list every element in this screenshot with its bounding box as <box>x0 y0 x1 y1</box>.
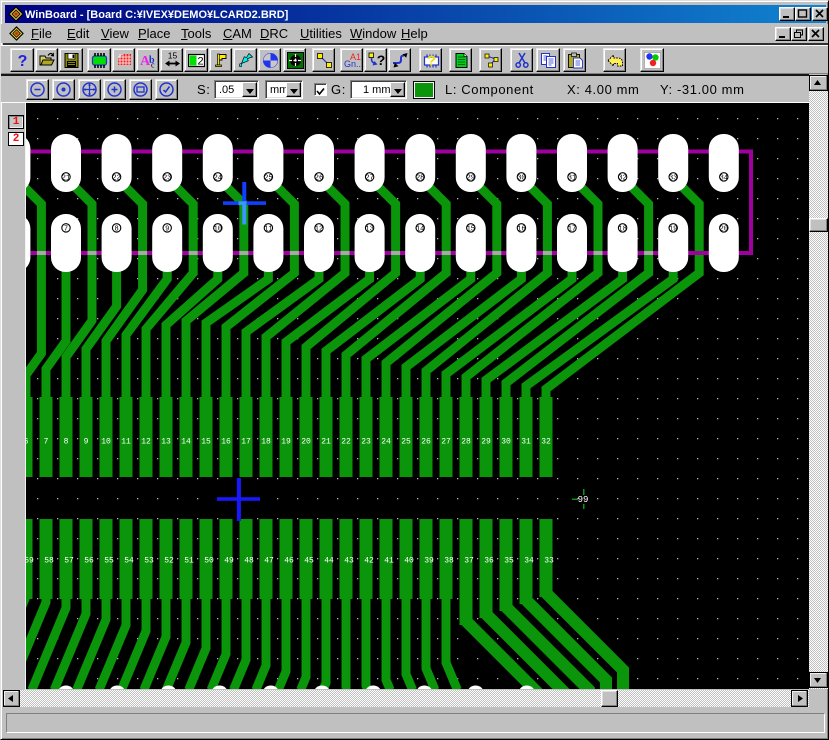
svg-text:24: 24 <box>214 175 222 183</box>
svg-text:c: c <box>151 61 155 70</box>
svg-text:11: 11 <box>264 226 272 234</box>
svg-text:22: 22 <box>112 175 120 183</box>
svg-text:15: 15 <box>167 52 177 61</box>
svg-text:56: 56 <box>84 557 94 566</box>
svg-text:10: 10 <box>214 226 222 234</box>
svg-text:28: 28 <box>416 175 424 183</box>
svg-text:14: 14 <box>181 438 191 447</box>
svg-text:20: 20 <box>301 438 311 447</box>
svg-text:35: 35 <box>504 557 514 566</box>
svg-text:12: 12 <box>315 226 323 234</box>
svg-text:18: 18 <box>261 438 271 447</box>
svg-text:45: 45 <box>304 557 314 566</box>
svg-text:?: ? <box>18 53 28 69</box>
svg-text:47: 47 <box>264 557 274 566</box>
svg-text:55: 55 <box>104 557 114 566</box>
svg-text:34: 34 <box>720 175 728 183</box>
svg-text:15: 15 <box>467 226 475 234</box>
svg-text:18: 18 <box>618 226 626 234</box>
svg-text:32: 32 <box>541 438 551 447</box>
svg-text:22: 22 <box>341 438 351 447</box>
svg-text:26: 26 <box>315 175 323 183</box>
svg-text:31: 31 <box>521 438 531 447</box>
svg-text:33: 33 <box>544 557 554 566</box>
svg-text:19: 19 <box>281 438 291 447</box>
svg-text:Gn..: Gn.. <box>344 59 361 69</box>
svg-text:16: 16 <box>221 438 231 447</box>
svg-text:34: 34 <box>524 557 534 566</box>
svg-text:25: 25 <box>401 438 411 447</box>
svg-text:27: 27 <box>441 438 451 447</box>
svg-text:9: 9 <box>165 226 169 234</box>
svg-text:51: 51 <box>184 557 194 566</box>
svg-text:21: 21 <box>321 438 331 447</box>
svg-text:26: 26 <box>421 438 431 447</box>
svg-text:14: 14 <box>416 226 424 234</box>
svg-text:25: 25 <box>264 175 272 183</box>
svg-text:24: 24 <box>381 438 391 447</box>
svg-text:41: 41 <box>384 557 394 566</box>
svg-text:44: 44 <box>324 557 334 566</box>
svg-text:48: 48 <box>244 557 254 566</box>
svg-text:43: 43 <box>344 557 354 566</box>
svg-text:7: 7 <box>64 226 68 234</box>
svg-text:?: ? <box>376 52 384 68</box>
svg-text:2: 2 <box>197 57 204 69</box>
svg-text:21: 21 <box>62 175 70 183</box>
svg-text:99: 99 <box>578 495 589 505</box>
svg-text:36: 36 <box>484 557 494 566</box>
svg-text:20: 20 <box>720 226 728 234</box>
svg-text:27: 27 <box>365 175 373 183</box>
svg-text:31: 31 <box>568 175 576 183</box>
svg-text:17: 17 <box>568 226 576 234</box>
svg-text:29: 29 <box>481 438 491 447</box>
svg-text:23: 23 <box>361 438 371 447</box>
svg-text:7: 7 <box>44 438 49 447</box>
svg-text:29: 29 <box>467 175 475 183</box>
svg-text:28: 28 <box>461 438 471 447</box>
svg-text:42: 42 <box>364 557 374 566</box>
svg-text:13: 13 <box>161 438 171 447</box>
svg-text:17: 17 <box>241 438 251 447</box>
svg-text:11: 11 <box>121 438 131 447</box>
svg-text:54: 54 <box>124 557 134 566</box>
svg-text:16: 16 <box>517 226 525 234</box>
svg-text:46: 46 <box>284 557 294 566</box>
svg-text:12: 12 <box>141 438 151 447</box>
svg-text:40: 40 <box>404 557 414 566</box>
svg-text:33: 33 <box>669 175 677 183</box>
svg-text:9: 9 <box>84 438 89 447</box>
svg-text:57: 57 <box>64 557 74 566</box>
svg-text:19: 19 <box>669 226 677 234</box>
svg-text:49: 49 <box>224 557 234 566</box>
svg-text:15: 15 <box>201 438 211 447</box>
svg-text:13: 13 <box>365 226 373 234</box>
svg-text:8: 8 <box>64 438 69 447</box>
svg-text:58: 58 <box>44 557 54 566</box>
svg-text:30: 30 <box>517 175 525 183</box>
svg-text:?: ? <box>426 53 435 70</box>
svg-text:10: 10 <box>101 438 111 447</box>
svg-text:30: 30 <box>501 438 511 447</box>
svg-text:37: 37 <box>464 557 474 566</box>
svg-text:53: 53 <box>144 557 154 566</box>
svg-text:32: 32 <box>618 175 626 183</box>
svg-text:23: 23 <box>163 175 171 183</box>
svg-text:38: 38 <box>444 557 454 566</box>
svg-text:59: 59 <box>26 557 34 566</box>
svg-text:6: 6 <box>26 438 29 447</box>
svg-text:50: 50 <box>204 557 214 566</box>
svg-text:52: 52 <box>164 557 174 566</box>
svg-text:8: 8 <box>114 226 118 234</box>
svg-text:39: 39 <box>424 557 434 566</box>
